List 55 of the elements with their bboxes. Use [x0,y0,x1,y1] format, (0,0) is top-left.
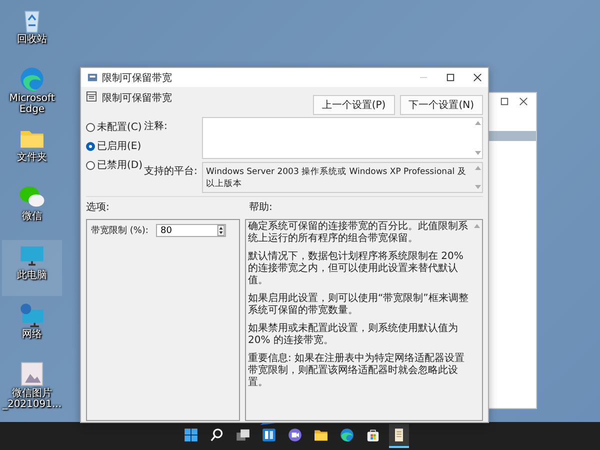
windows-logo-icon [183,427,199,443]
window-title: 限制可保留带宽 [102,72,172,84]
radio-option[interactable]: 已禁用(D) [86,158,140,172]
browser-icon [18,65,46,93]
close-icon[interactable] [473,73,482,82]
browser-icon [339,427,355,443]
help-heading: 帮助: [249,200,272,214]
comment-label: 注释: [144,120,168,134]
taskbar-app[interactable] [389,424,409,448]
desktop-shortcut[interactable]: 微信 [2,181,62,237]
shortcut-label: 微信 [21,211,43,222]
radio-button[interactable] [86,142,95,150]
help-paragraph: 如果启用此设置，则可以使用“带宽限制”框来调整系统可保留的带宽数量。 [248,293,470,317]
shortcut-label: 回收站 [16,34,48,45]
options-heading: 选项: [86,200,110,214]
shortcut-label: 此电脑 [16,270,48,281]
shortcut-label: Microsoft Edge [8,93,56,115]
desktop-shortcut[interactable]: 文件夹 [2,122,62,178]
widgets-icon [261,427,277,443]
desktop-shortcut[interactable]: 微信图片_2021091... [2,358,62,414]
shortcut-label: 文件夹 [16,152,48,163]
help-paragraph: 确定系统可保留的连接带宽的百分比。此值限制系统上运行的所有程序的组合带宽保留。 [248,221,469,245]
close-icon[interactable] [519,97,528,106]
shopping-bag-icon [365,427,381,443]
navigation-button[interactable]: 上一个设置(P) [312,95,395,115]
radio-button[interactable] [86,160,95,170]
desktop-shortcut[interactable]: Microsoft Edge [2,63,62,119]
bandwidth-label: 带宽限制 (%): [91,224,148,237]
bandwidth-spinbox[interactable]: 80 [156,224,226,237]
radio-option[interactable]: 未配置(C) [86,120,140,134]
desktop-shortcut[interactable]: 回收站 [2,4,62,60]
maximize-icon[interactable] [500,97,509,106]
desktop-shortcut[interactable]: 网络 [2,299,62,355]
platform-label: 支持的平台: [144,164,198,179]
policy-name: 限制可保留带宽 [102,92,172,105]
help-paragraph: 重要信息: 如果在注册表中为特定网络适配器设置带宽限制，则配置该网络适配器时就会忽略此设置。 [248,353,466,389]
spin-arrows-icon[interactable] [217,225,226,236]
folder-icon [313,427,329,443]
image-file-icon [18,360,46,388]
platform-text: Windows Server 2003 操作系统或 Windows XP Professional 及以上版本 [205,166,468,191]
maximize-icon[interactable] [446,73,455,82]
policy-setting-icon [86,91,97,102]
stacked-windows-icon [235,427,251,443]
search-icon [209,427,225,443]
navigation-button[interactable]: 下一个设置(N) [400,95,483,115]
help-paragraph: 如果禁用或未配置此设置，则系统使用默认值为 20% 的连接带宽。 [248,323,459,347]
help-paragraph: 默认情况下，数据包计划程序将系统限制在 20% 的连接带宽之内，但可以使用此设置来替代默认值。 [248,251,464,287]
globe-monitor-icon [18,301,46,329]
desktop-shortcut[interactable]: 此电脑 [2,240,62,296]
shortcut-label: 网络 [21,329,43,340]
video-chat-icon [287,427,303,443]
policy-icon [87,72,98,83]
radio-button[interactable] [86,122,95,132]
shortcut-label: 微信图片_2021091... [2,388,62,410]
radio-option[interactable]: 已启用(E) [86,139,140,153]
